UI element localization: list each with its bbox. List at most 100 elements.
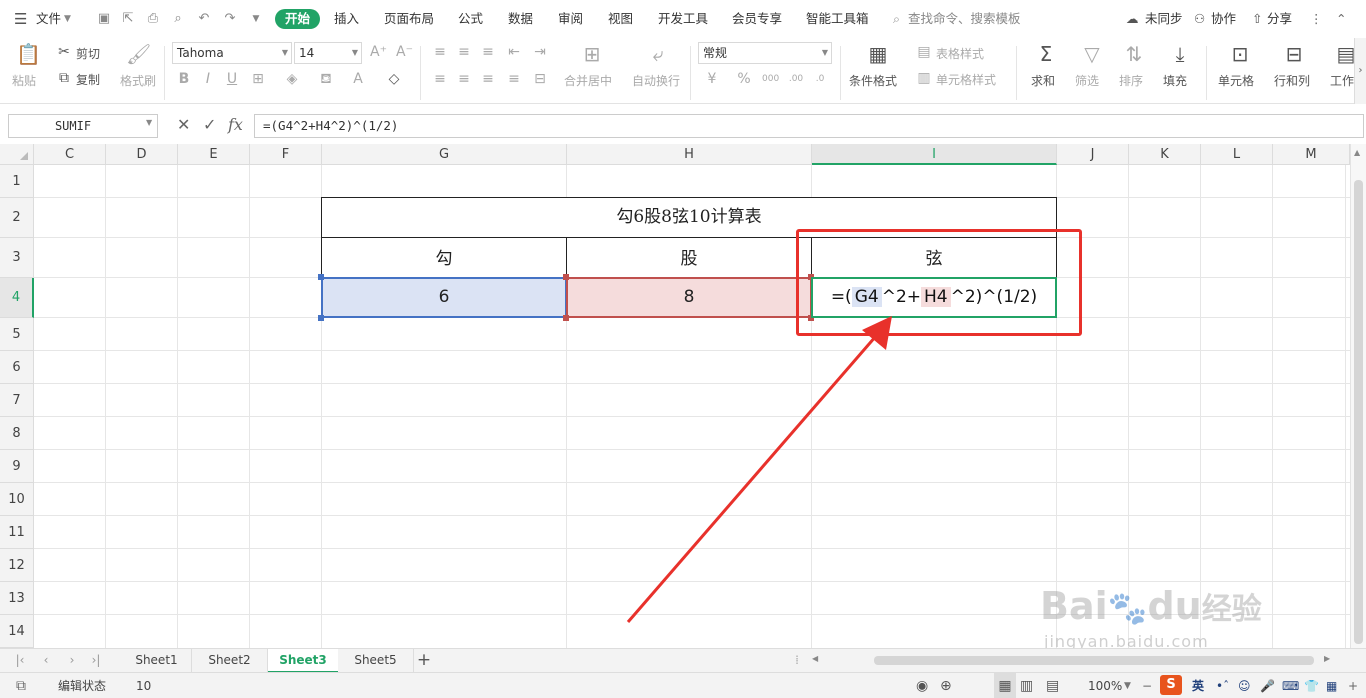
- share-button[interactable]: 分享: [1267, 0, 1292, 38]
- paste-button[interactable]: 粘贴: [12, 72, 36, 89]
- save-icon[interactable]: ▣: [96, 11, 112, 27]
- cloud-sync-icon[interactable]: ☁: [1126, 0, 1139, 38]
- zoom-out-icon[interactable]: −: [1142, 673, 1152, 698]
- sort-button[interactable]: 排序: [1119, 72, 1143, 89]
- paste-icon[interactable]: 📋: [16, 42, 41, 66]
- fill-button[interactable]: 填充: [1163, 72, 1187, 89]
- page-break-view-icon[interactable]: ▤: [1046, 673, 1059, 698]
- row-header-8[interactable]: 8: [0, 417, 34, 450]
- ref-handle[interactable]: [563, 274, 569, 280]
- sheet-tab-1[interactable]: Sheet1: [122, 649, 192, 673]
- zoom-in-icon[interactable]: +: [1348, 673, 1358, 698]
- tab-developer[interactable]: 开发工具: [658, 0, 708, 38]
- align-top-icon[interactable]: ≡: [432, 44, 448, 60]
- cell-icon[interactable]: ⊡: [1228, 42, 1252, 66]
- row-header-13[interactable]: 13: [0, 582, 34, 615]
- share-icon[interactable]: ⇧: [1252, 0, 1262, 38]
- horizontal-scroll-thumb[interactable]: [874, 656, 1314, 665]
- scroll-right-icon[interactable]: ▶: [1324, 654, 1330, 663]
- ime-emoji-icon[interactable]: ☺: [1238, 673, 1251, 698]
- scroll-up-icon[interactable]: ▲: [1354, 148, 1360, 157]
- sort-icon[interactable]: ⇅: [1122, 42, 1146, 66]
- percent-icon[interactable]: %: [736, 71, 752, 87]
- clear-icon[interactable]: ◇: [386, 71, 402, 87]
- vertical-scroll-thumb[interactable]: [1354, 180, 1363, 644]
- export-icon[interactable]: ⇱: [120, 11, 136, 27]
- indent-increase-icon[interactable]: ⇥: [532, 44, 548, 60]
- align-center-icon[interactable]: ≡: [456, 71, 472, 87]
- row-header-6[interactable]: 6: [0, 351, 34, 384]
- bold-icon[interactable]: B: [176, 71, 192, 87]
- col-header-d[interactable]: D: [106, 144, 178, 165]
- zoom-level[interactable]: 100%: [1088, 673, 1122, 698]
- col-header-g[interactable]: G: [322, 144, 567, 165]
- border-icon[interactable]: ⊞: [250, 71, 266, 87]
- zoom-chevron-icon[interactable]: ▼: [1124, 673, 1131, 698]
- print-preview-icon[interactable]: ⌕: [170, 11, 186, 27]
- header-gou-cell[interactable]: 勾: [322, 238, 566, 277]
- collaborate-button[interactable]: 协作: [1211, 0, 1236, 38]
- ref-handle[interactable]: [318, 274, 324, 280]
- tab-insert[interactable]: 插入: [334, 0, 359, 38]
- col-header-i[interactable]: I: [812, 144, 1057, 165]
- ime-punct-icon[interactable]: •ˆ: [1216, 673, 1229, 698]
- select-all-corner[interactable]: [0, 144, 34, 165]
- copy-button[interactable]: 复制: [76, 71, 100, 88]
- ime-voice-icon[interactable]: 🎤: [1260, 673, 1275, 698]
- worksheet-button[interactable]: 工作: [1330, 72, 1354, 89]
- prev-sheet-icon[interactable]: ‹: [36, 649, 56, 673]
- quick-access-chevron-icon[interactable]: ▼: [248, 11, 264, 27]
- increase-decimal-icon[interactable]: .00: [788, 71, 804, 87]
- sync-status[interactable]: 未同步: [1145, 0, 1183, 38]
- confirm-icon[interactable]: ✓: [203, 115, 216, 134]
- last-sheet-icon[interactable]: ›|: [86, 649, 106, 673]
- conditional-format-button[interactable]: 条件格式: [849, 72, 897, 89]
- underline-icon[interactable]: U: [224, 71, 240, 87]
- view-mode-icon[interactable]: ⊕: [940, 673, 952, 698]
- formula-input[interactable]: =(G4^2+H4^2)^(1/2): [254, 114, 1364, 138]
- ime-logo-icon[interactable]: S: [1160, 675, 1182, 695]
- wrap-text-icon[interactable]: ⤶: [646, 42, 670, 66]
- ime-keyboard-icon[interactable]: ⌨: [1282, 673, 1299, 698]
- print-icon[interactable]: ⎙: [145, 11, 161, 27]
- format-painter-icon[interactable]: 🖌: [126, 42, 151, 66]
- undo-icon[interactable]: ↶: [196, 11, 212, 27]
- col-header-h[interactable]: H: [567, 144, 812, 165]
- number-format-select[interactable]: 常规 ▼: [698, 42, 832, 64]
- merge-center-icon[interactable]: ⊞: [580, 42, 604, 66]
- row-column-button[interactable]: 行和列: [1274, 72, 1310, 89]
- cancel-icon[interactable]: ✕: [177, 115, 190, 134]
- conditional-format-icon[interactable]: ▦: [866, 42, 890, 66]
- align-middle-icon[interactable]: ≡: [456, 44, 472, 60]
- page-layout-view-icon[interactable]: ▥: [1020, 673, 1033, 698]
- row-header-5[interactable]: 5: [0, 318, 34, 351]
- sheet-tab-5[interactable]: Sheet5: [338, 649, 414, 673]
- ref-handle[interactable]: [563, 315, 569, 321]
- col-header-e[interactable]: E: [178, 144, 250, 165]
- horizontal-scrollbar[interactable]: ◀ ▶: [808, 653, 1338, 668]
- italic-icon[interactable]: I: [200, 71, 216, 87]
- name-box-chevron-icon[interactable]: ▼: [146, 118, 152, 127]
- row-header-4[interactable]: 4: [0, 278, 34, 318]
- row-header-12[interactable]: 12: [0, 549, 34, 582]
- col-header-k[interactable]: K: [1129, 144, 1201, 165]
- cell-style-icon[interactable]: ▥: [916, 70, 932, 86]
- insert-function-icon[interactable]: fx: [228, 115, 243, 134]
- row-header-14[interactable]: 14: [0, 615, 34, 648]
- vertical-scrollbar[interactable]: ▲: [1350, 144, 1366, 648]
- row-header-1[interactable]: 1: [0, 165, 34, 198]
- font-color-icon[interactable]: A: [350, 71, 366, 87]
- cell-button[interactable]: 单元格: [1218, 72, 1254, 89]
- align-left-icon[interactable]: ≡: [432, 71, 448, 87]
- col-header-f[interactable]: F: [250, 144, 322, 165]
- font-size-select[interactable]: 14 ▼: [294, 42, 362, 64]
- table-style-button[interactable]: 表格样式: [936, 45, 984, 62]
- merge-center-button[interactable]: 合并居中: [564, 72, 612, 89]
- format-painter-button[interactable]: 格式刷: [120, 72, 156, 89]
- bucket-icon[interactable]: ⛾: [318, 71, 334, 87]
- distribute-icon[interactable]: ⊟: [532, 71, 548, 87]
- sum-button[interactable]: 求和: [1031, 72, 1055, 89]
- first-sheet-icon[interactable]: |‹: [10, 649, 30, 673]
- sum-icon[interactable]: Σ: [1034, 42, 1058, 66]
- eye-protection-icon[interactable]: ◉: [916, 673, 928, 698]
